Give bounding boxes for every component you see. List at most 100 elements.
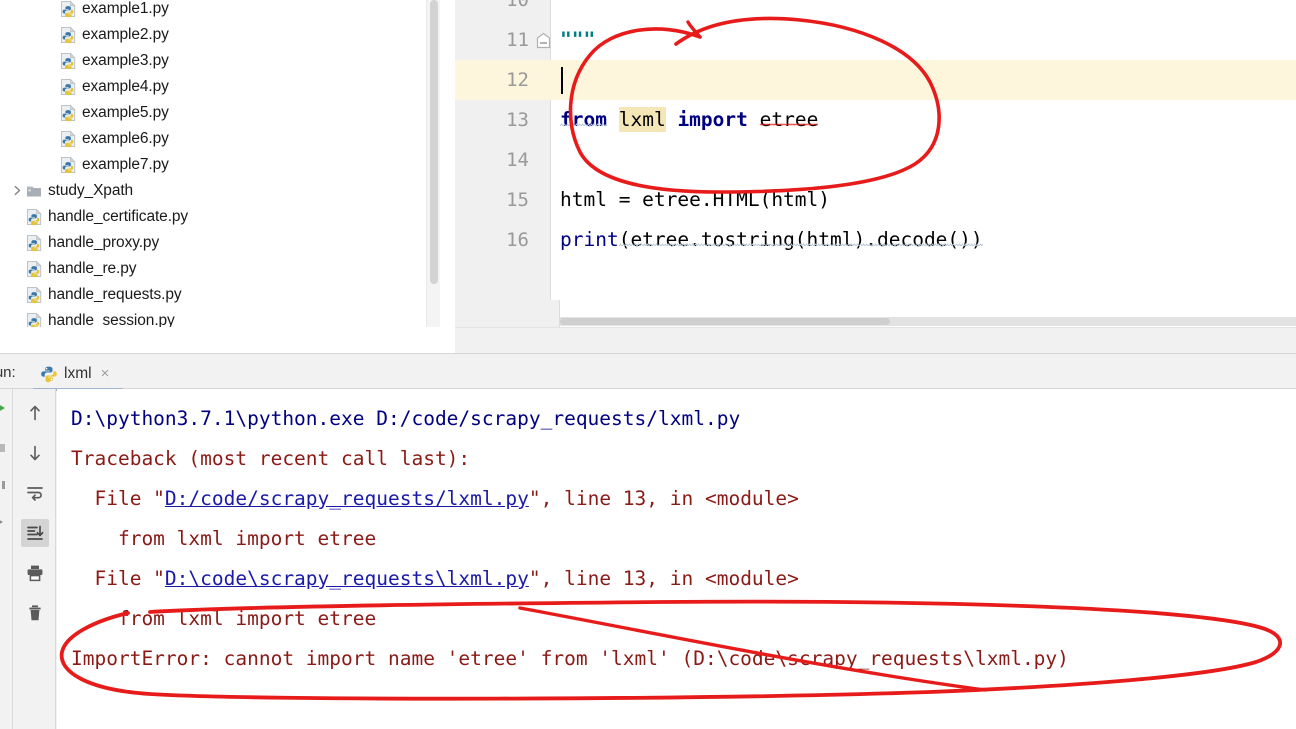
trash-icon[interactable] (21, 599, 49, 627)
tree-item-label: handle_requests.py (48, 286, 182, 303)
file-path-link[interactable]: D:/code/scrapy_requests/lxml.py (165, 487, 529, 510)
tree-item-file[interactable]: handle_proxy.py (0, 230, 440, 256)
run-window-left-toolbar-clipped[interactable] (0, 389, 13, 729)
console-text: from lxml import etree (71, 607, 377, 630)
resume-icon[interactable] (0, 474, 12, 496)
chevron-right-icon[interactable] (8, 185, 26, 198)
console-text: ImportError: cannot import name 'etree' … (71, 647, 1069, 670)
python-file-icon (60, 104, 77, 122)
code-editor[interactable]: 10 11 """ 12 13 from lxml import etree 14 15 htm… (455, 0, 1296, 327)
run-tool-window: Run: lxml × (0, 358, 1296, 729)
console-output-line: File "D:/code/scrapy_requests/lxml.py", … (71, 479, 799, 519)
line-content[interactable]: html = etree.HTML(html) (560, 180, 830, 220)
editor-line[interactable]: 12 (455, 60, 1296, 100)
run-window-header: Run: lxml × (0, 358, 1296, 391)
tree-item-file[interactable]: example5.py (0, 100, 440, 126)
gutter-filler (455, 300, 560, 327)
tree-item-label: handle_re.py (48, 260, 137, 277)
line-content[interactable]: from lxml import etree (560, 100, 818, 140)
console-output-line: File "D:\code\scrapy_requests\lxml.py", … (71, 559, 799, 599)
editor-and-project-area: example1.py example2.py example3.py example… (0, 0, 1296, 358)
rerun-icon[interactable] (0, 397, 12, 419)
tree-item-file[interactable]: example7.py (0, 152, 440, 178)
python-file-icon (60, 130, 77, 148)
soft-wrap-icon[interactable] (21, 479, 49, 507)
screenshot-root: example1.py example2.py example3.py example… (0, 0, 1296, 729)
tree-item-file[interactable]: example2.py (0, 22, 440, 48)
tree-item-file[interactable]: handle_re.py (0, 256, 440, 282)
tree-item-folder[interactable]: study_Xpath (0, 178, 440, 204)
console-output-line: from lxml import etree (71, 519, 376, 559)
tree-item-file[interactable]: handle_certificate.py (0, 204, 440, 230)
down-arrow-icon[interactable] (21, 439, 49, 467)
keyword-import: import (677, 108, 748, 131)
console-output-line: D:\python3.7.1\python.exe D:/code/scrapy… (71, 399, 740, 439)
builtin-print: print (560, 228, 619, 251)
line-number: 10 (506, 0, 529, 11)
line-number: 13 (506, 109, 529, 131)
run-tab-label: lxml (64, 364, 92, 382)
run-tab-lxml[interactable]: lxml × (34, 360, 115, 387)
editor-line[interactable]: 16 print(etree.tostring(html).decode()) (455, 220, 1296, 260)
tree-item-file[interactable]: example3.py (0, 48, 440, 74)
line-content[interactable]: """ (560, 20, 595, 60)
up-arrow-icon[interactable] (21, 399, 49, 427)
text-caret (561, 67, 563, 94)
console-output-line: from lxml import etree (71, 599, 376, 639)
python-file-icon (26, 208, 43, 226)
editor-line[interactable]: 13 from lxml import etree (455, 100, 1296, 140)
tree-item-label: example1.py (82, 0, 169, 17)
run-console-output[interactable]: D:\python3.7.1\python.exe D:/code/scrapy… (57, 389, 1296, 729)
project-tree-list[interactable]: example1.py example2.py example3.py example… (0, 0, 440, 353)
editor-line[interactable]: 14 (455, 140, 1296, 180)
file-path-link[interactable]: D:\code\scrapy_requests\lxml.py (165, 567, 529, 590)
print-arguments: (etree.tostring(html).decode()) (618, 228, 983, 251)
console-output-line: Traceback (most recent call last): (71, 439, 470, 479)
editor-line[interactable]: 10 (455, 0, 1296, 20)
python-file-icon (26, 260, 43, 278)
line-content[interactable]: print(etree.tostring(html).decode()) (560, 220, 983, 260)
tree-item-label: handle_proxy.py (48, 234, 160, 251)
expand-icon[interactable] (0, 511, 12, 533)
line-number: 11 (506, 29, 529, 51)
tree-item-file[interactable]: example4.py (0, 74, 440, 100)
console-output-line: Process finished with exit code 1 (71, 719, 458, 729)
project-tree-vertical-scrollbar[interactable] (426, 0, 440, 353)
console-text: from lxml import etree (71, 527, 377, 550)
python-file-icon (60, 156, 77, 174)
python-file-icon (26, 234, 43, 252)
python-run-icon (40, 365, 58, 383)
project-tree-panel[interactable]: example1.py example2.py example3.py example… (0, 0, 440, 353)
close-icon[interactable]: × (101, 366, 110, 381)
python-file-icon (26, 286, 43, 304)
scrollbar-thumb[interactable] (430, 0, 438, 284)
tree-item-label: example3.py (82, 52, 169, 69)
console-output-line: ImportError: cannot import name 'etree' … (71, 639, 1069, 679)
assignment-statement: html = etree.HTML(html) (560, 188, 831, 211)
console-text: ", line 13, in <module> (528, 567, 799, 590)
run-console-toolbar[interactable] (13, 389, 56, 729)
tree-item-file[interactable]: example6.py (0, 126, 440, 152)
stop-icon[interactable] (0, 437, 12, 459)
scroll-to-end-icon[interactable] (21, 519, 49, 547)
tree-item-label: example5.py (82, 104, 169, 121)
tree-item-label: example7.py (82, 156, 169, 173)
editor-line[interactable]: 11 """ (455, 20, 1296, 60)
tree-item-label: example2.py (82, 26, 169, 43)
tree-item-label: example6.py (82, 130, 169, 147)
tree-panel-bottom-filler (0, 327, 455, 353)
line-number: 16 (506, 229, 529, 251)
python-file-icon (60, 78, 77, 96)
console-text: ", line 13, in <module> (528, 487, 799, 510)
editor-horizontal-scrollbar[interactable] (560, 317, 1296, 326)
docstring-delimiter: """ (560, 28, 596, 51)
console-text: File " (71, 567, 165, 590)
tree-item-file[interactable]: handle_requests.py (0, 282, 440, 308)
python-file-icon (60, 52, 77, 70)
tree-item-label: study_Xpath (48, 182, 134, 199)
editor-line[interactable]: 15 html = etree.HTML(html) (455, 180, 1296, 220)
scrollbar-thumb[interactable] (560, 318, 890, 325)
console-text: D:\python3.7.1\python.exe D:/code/scrapy… (71, 407, 741, 430)
print-icon[interactable] (21, 559, 49, 587)
tree-item-file[interactable]: example1.py (0, 0, 440, 22)
